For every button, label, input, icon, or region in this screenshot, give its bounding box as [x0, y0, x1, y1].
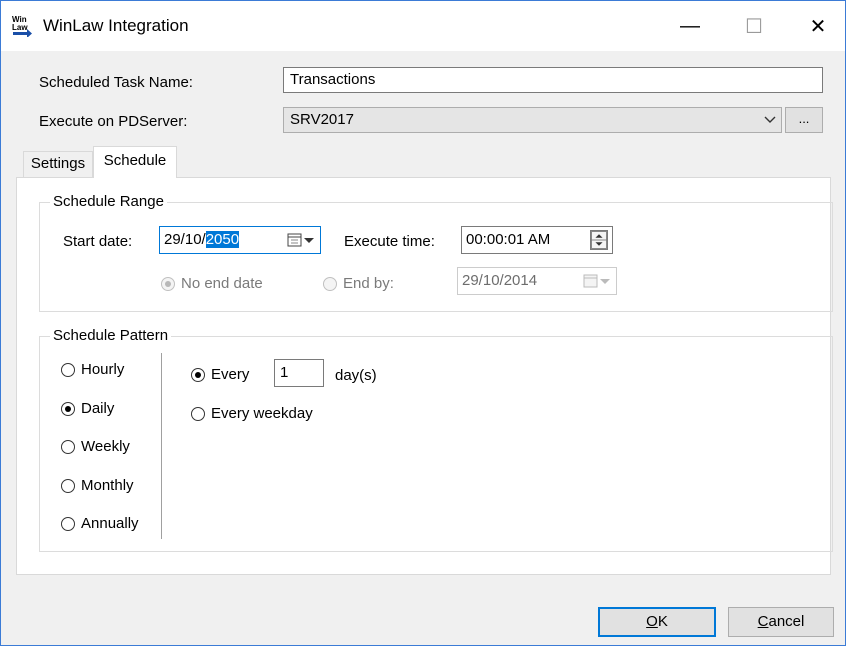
chevron-down-icon: [764, 116, 776, 123]
pattern-divider: [161, 353, 162, 539]
ok-mnemonic: O: [646, 613, 658, 630]
monthly-label: Monthly: [81, 477, 134, 494]
close-button[interactable]: ✕: [789, 1, 846, 51]
days-label: day(s): [335, 367, 377, 384]
tab-schedule[interactable]: Schedule: [93, 146, 177, 178]
hourly-label: Hourly: [81, 361, 125, 378]
hourly-radio-dot: [61, 362, 75, 377]
server-select[interactable]: SRV2017: [283, 107, 782, 133]
task-name-input[interactable]: Transactions: [283, 67, 823, 93]
no-end-date-label: No end date: [181, 275, 263, 292]
execute-time-input[interactable]: 00:00:01 AM: [461, 226, 613, 254]
server-select-value: SRV2017: [290, 111, 354, 128]
maximize-icon: ☐: [745, 15, 763, 38]
calendar-dropdown-icon: [583, 274, 610, 288]
start-date-value: 29/10/: [164, 231, 206, 248]
frequency-radio-weekly[interactable]: Weekly: [61, 438, 130, 455]
monthly-radio-dot: [61, 478, 75, 493]
maximize-button[interactable]: ☐: [725, 1, 783, 51]
dialog-window: Win Law WinLaw Integration — ☐ ✕ Schedul…: [0, 0, 846, 646]
execute-time-label: Execute time:: [344, 233, 435, 250]
cancel-mnemonic: C: [757, 613, 769, 630]
close-icon: ✕: [809, 15, 827, 38]
start-date-selected-year: 2050: [205, 231, 240, 248]
weekly-label: Weekly: [81, 438, 130, 455]
schedule-range-title: Schedule Range: [50, 193, 167, 210]
time-spinner-icon[interactable]: [590, 230, 608, 250]
annually-radio-dot: [61, 516, 75, 531]
tab-settings[interactable]: Settings: [23, 151, 93, 177]
no-end-date-radio-dot: [161, 276, 175, 291]
browse-server-button[interactable]: ...: [785, 107, 823, 133]
no-end-date-radio[interactable]: No end date: [161, 275, 263, 292]
frequency-radio-annually[interactable]: Annually: [61, 515, 139, 532]
frequency-radio-hourly[interactable]: Hourly: [61, 361, 124, 378]
schedule-pattern-group: Schedule Pattern: [39, 327, 833, 552]
schedule-range-group: Schedule Range: [39, 193, 833, 312]
start-date-label: Start date:: [63, 233, 133, 250]
end-by-date-picker[interactable]: 29/10/2014: [457, 267, 617, 295]
start-date-picker[interactable]: 29/10/2050: [159, 226, 321, 254]
window-title: WinLaw Integration: [43, 16, 189, 35]
schedule-pattern-title: Schedule Pattern: [50, 327, 172, 344]
end-by-radio[interactable]: End by:: [323, 275, 394, 292]
minimize-button[interactable]: —: [661, 1, 719, 51]
every-n-days-radio-dot: [191, 367, 205, 382]
ok-button[interactable]: OK: [598, 607, 716, 637]
every-days-input[interactable]: 1: [274, 359, 324, 387]
execute-time-value: 00:00:01 AM: [466, 231, 551, 248]
server-label: Execute on PDServer:: [39, 113, 188, 130]
task-name-label: Scheduled Task Name:: [39, 74, 193, 91]
winlaw-app-icon: Win Law: [12, 15, 32, 37]
annually-label: Annually: [81, 515, 139, 532]
every-label: Every: [211, 366, 250, 383]
every-weekday-radio-dot: [191, 406, 205, 421]
cancel-button[interactable]: Cancel: [728, 607, 834, 637]
weekly-radio-dot: [61, 439, 75, 454]
ok-label: K: [657, 613, 668, 630]
end-by-label: End by:: [343, 275, 394, 292]
end-by-date-value: 29/10/2014: [462, 272, 538, 289]
minimize-icon: —: [680, 14, 700, 37]
cancel-label: ancel: [768, 613, 805, 630]
every-weekday-radio[interactable]: Every weekday: [191, 405, 313, 422]
frequency-radio-daily[interactable]: Daily: [61, 400, 114, 417]
title-bar: Win Law WinLaw Integration — ☐ ✕: [1, 1, 845, 51]
daily-label: Daily: [81, 400, 115, 417]
frequency-radio-monthly[interactable]: Monthly: [61, 477, 134, 494]
end-by-radio-dot: [323, 276, 337, 291]
calendar-dropdown-icon: [287, 233, 314, 247]
daily-radio-dot: [61, 401, 75, 416]
app-icon-text-bottom: Law: [12, 23, 28, 32]
every-weekday-label: Every weekday: [211, 405, 313, 422]
every-n-days-radio[interactable]: Every: [191, 366, 249, 383]
